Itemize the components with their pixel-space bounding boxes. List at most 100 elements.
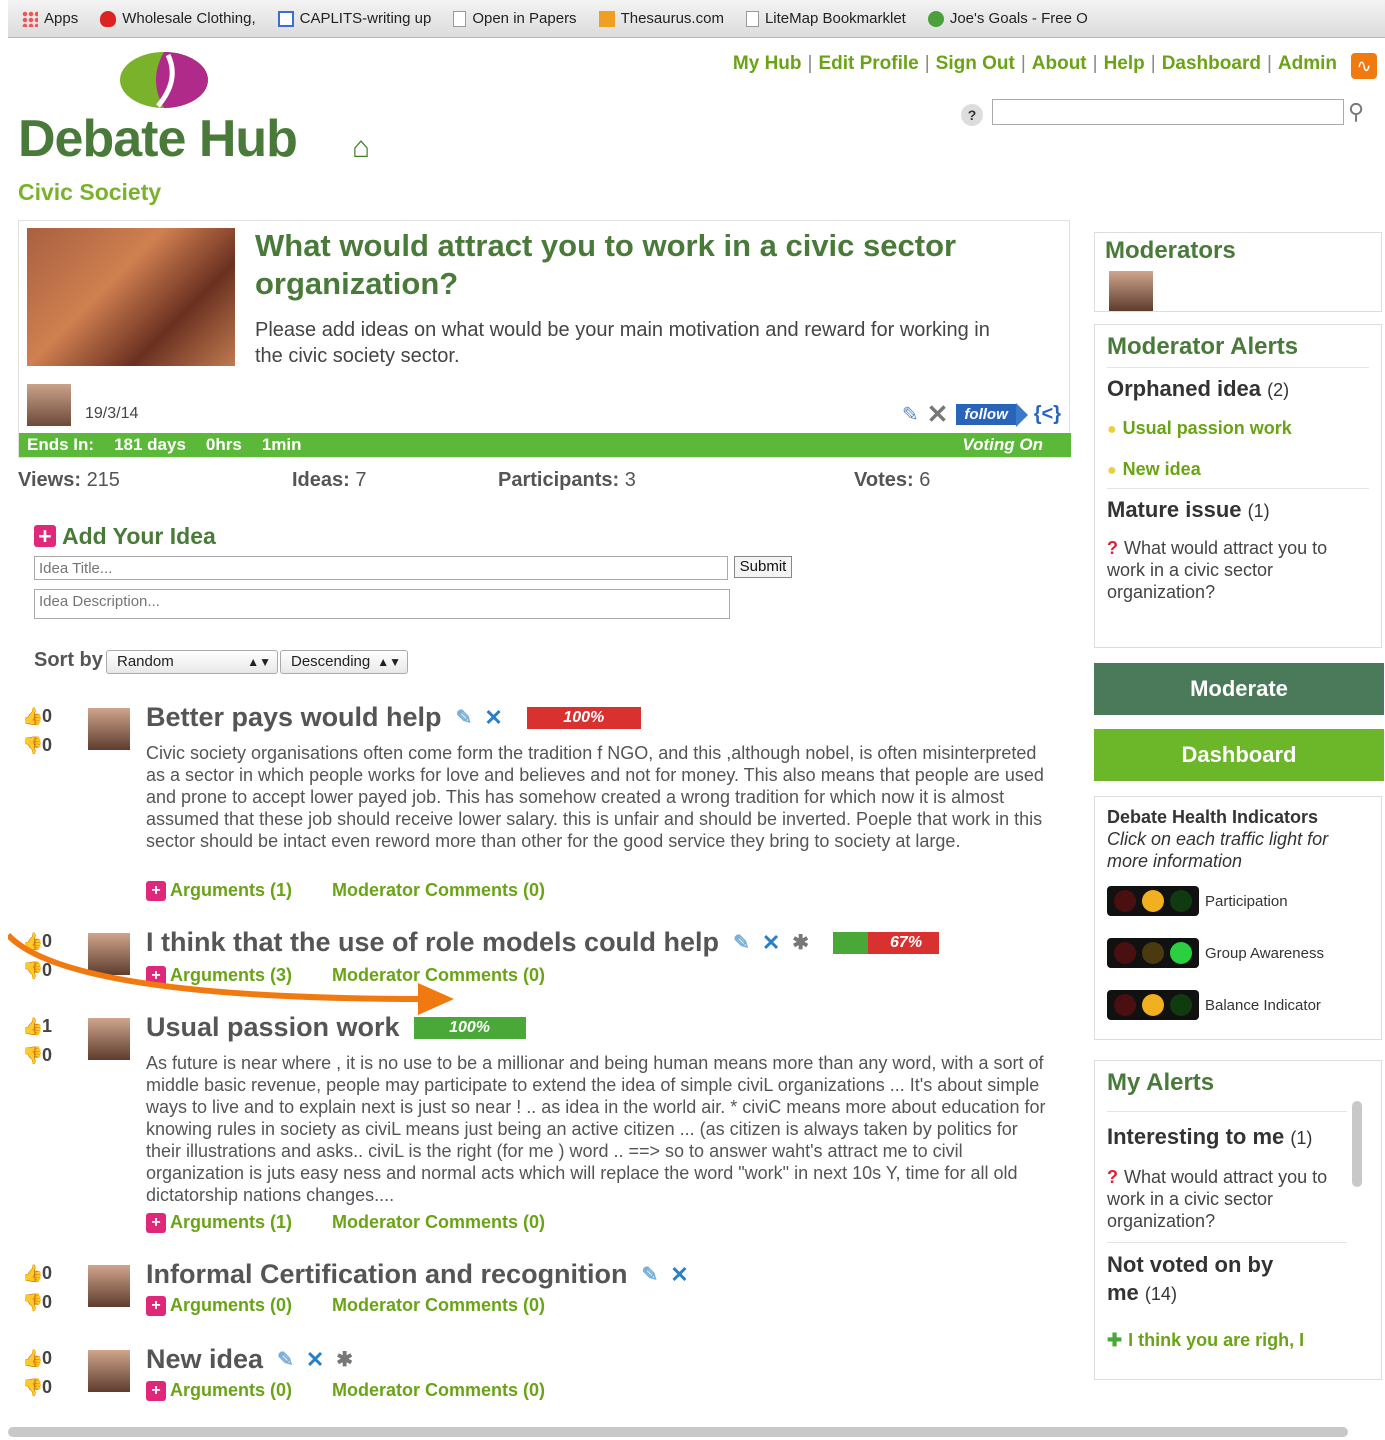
orphaned-idea-category[interactable]: Orphaned idea (2) [1107, 376, 1369, 402]
mature-issue-category[interactable]: Mature issue (1) [1107, 497, 1369, 523]
moderator-comments-link[interactable]: Moderator Comments (0) [332, 880, 545, 901]
avatar[interactable] [88, 1350, 130, 1392]
group-name[interactable]: Civic Society [18, 179, 161, 206]
nav-sign-out[interactable]: Sign Out [936, 53, 1015, 74]
moderate-button[interactable]: Moderate [1094, 663, 1384, 715]
plus-icon[interactable]: + [146, 1380, 166, 1401]
moderator-comments-link[interactable]: Moderator Comments (0) [332, 1380, 545, 1401]
nav-dashboard[interactable]: Dashboard [1162, 53, 1261, 74]
vote-down[interactable]: 👎0 [22, 1288, 52, 1317]
avatar[interactable] [27, 384, 71, 426]
help-icon[interactable]: ? [961, 104, 983, 126]
edit-pencil-icon[interactable]: ✎ [733, 930, 750, 955]
vote-percent-bar: 67% [833, 931, 940, 954]
nav-my-hub[interactable]: My Hub [733, 53, 802, 74]
bookmark-wholesale[interactable]: Wholesale Clothing, [100, 10, 256, 27]
idea-description-input[interactable] [34, 589, 730, 619]
submit-button[interactable]: Submit [734, 556, 792, 578]
dashboard-button[interactable]: Dashboard [1094, 729, 1384, 781]
sort-field-select[interactable]: Random ▲▼ [106, 650, 278, 674]
indicator-participation[interactable]: Participation [1107, 886, 1369, 916]
home-icon[interactable]: ⌂ [352, 131, 370, 165]
moderator-comments-link[interactable]: Moderator Comments (0) [332, 1212, 545, 1233]
nav-about[interactable]: About [1032, 53, 1087, 74]
thumbs-down-icon: 👎 [22, 736, 44, 755]
search-icon[interactable]: ⚲ [1348, 99, 1364, 125]
alert-item[interactable]: ? What would attract you to work in a civ… [1107, 1166, 1351, 1232]
sort-order-select[interactable]: Descending ▲▼ [280, 650, 408, 674]
thumbs-down-icon: 👎 [22, 1378, 44, 1397]
embed-icon[interactable]: {<} [1034, 403, 1061, 426]
indicator-group-awareness[interactable]: Group Awareness [1107, 938, 1369, 968]
idea-links: + Arguments (1) Moderator Comments (0) [146, 1212, 545, 1233]
arguments-link[interactable]: Arguments (0) [170, 1380, 292, 1401]
avatar[interactable] [88, 708, 130, 750]
star-icon[interactable]: ✱ [792, 930, 809, 955]
alert-item[interactable]: ● Usual passion work [1107, 418, 1369, 439]
arguments-link[interactable]: Arguments (1) [170, 880, 292, 901]
star-icon[interactable]: ✱ [336, 1347, 353, 1372]
add-idea-heading[interactable]: + Add Your Idea [34, 523, 216, 550]
idea-title[interactable]: Better pays would help ✎ ✕ 100% [146, 702, 641, 733]
alert-item[interactable]: ? What would attract you to work in a civ… [1107, 537, 1369, 603]
nav-edit-profile[interactable]: Edit Profile [818, 53, 918, 74]
plus-icon[interactable]: + [146, 1212, 166, 1233]
indicator-balance[interactable]: Balance Indicator [1107, 990, 1369, 1020]
vote-down[interactable]: 👎0 [22, 1041, 52, 1070]
not-voted-category[interactable]: Not voted on by me (14) [1107, 1251, 1307, 1308]
bookmark-litemap[interactable]: LiteMap Bookmarklet [745, 10, 906, 27]
vote-down[interactable]: 👎0 [22, 1373, 52, 1402]
rss-icon[interactable]: ∿ [1351, 53, 1377, 79]
plus-icon: ✚ [1107, 1330, 1123, 1350]
nav-help[interactable]: Help [1104, 53, 1145, 74]
delete-x-icon[interactable]: ✕ [927, 399, 949, 430]
delete-x-icon[interactable]: ✕ [670, 1262, 688, 1288]
arguments-link[interactable]: Arguments (1) [170, 1212, 292, 1233]
delete-x-icon[interactable]: ✕ [762, 930, 780, 956]
my-alerts-scrollbar[interactable] [1352, 1101, 1362, 1187]
edit-pencil-icon[interactable]: ✎ [902, 402, 919, 427]
health-note: Click on each traffic light for more inf… [1107, 829, 1329, 871]
plus-icon[interactable]: + [146, 880, 166, 901]
thumbs-up-icon: 👍 [22, 707, 44, 726]
idea-title[interactable]: Informal Certification and recognition ✎… [146, 1259, 689, 1290]
edit-pencil-icon[interactable]: ✎ [277, 1347, 294, 1372]
delete-x-icon[interactable]: ✕ [484, 705, 502, 731]
vote-up[interactable]: 👍0 [22, 1259, 52, 1288]
interesting-category[interactable]: Interesting to me (1) [1107, 1124, 1369, 1150]
edit-pencil-icon[interactable]: ✎ [456, 705, 473, 730]
plus-icon[interactable]: + [146, 1295, 166, 1316]
vote-up[interactable]: 👍0 [22, 1344, 52, 1373]
bookmark-thesaurus[interactable]: Thesaurus.com [598, 10, 724, 27]
logo-title[interactable]: Debate Hub [18, 109, 298, 169]
vote-counts: 👍0 👎0 [22, 1259, 52, 1317]
bookmark-apps[interactable]: Apps [22, 10, 78, 27]
days-remaining: 181 days [114, 435, 186, 454]
issue-date: 19/3/14 [85, 405, 139, 422]
vote-up[interactable]: 👍0 [22, 702, 52, 731]
logo-icon[interactable] [118, 51, 210, 109]
nav-admin[interactable]: Admin [1278, 53, 1337, 74]
health-heading: Debate Health Indicators [1107, 807, 1319, 827]
arguments-link[interactable]: Arguments (0) [170, 1295, 292, 1316]
moderator-comments-link[interactable]: Moderator Comments (0) [332, 1295, 545, 1316]
bookmark-papers[interactable]: Open in Papers [453, 10, 577, 27]
bookmark-caplits[interactable]: CAPLITS-writing up [277, 10, 431, 27]
page: My Hub | Edit Profile | Sign Out | About | Help |… [8, 39, 1385, 1440]
document-icon [453, 10, 467, 27]
avatar[interactable] [1109, 271, 1153, 311]
delete-x-icon[interactable]: ✕ [306, 1347, 324, 1373]
alert-item[interactable]: ● New idea [1107, 459, 1369, 480]
plus-icon[interactable]: + [34, 525, 56, 548]
avatar[interactable] [88, 1265, 130, 1307]
bookmark-joes-goals[interactable]: Joe's Goals - Free O [927, 10, 1088, 27]
idea-title[interactable]: New idea ✎ ✕ ✱ [146, 1344, 353, 1375]
vote-down[interactable]: 👎0 [22, 731, 52, 760]
document-icon [745, 10, 759, 27]
alert-item[interactable]: ✚ I think you are righ, I [1107, 1330, 1369, 1351]
follow-button[interactable]: follow [956, 404, 1016, 425]
horizontal-scrollbar[interactable] [8, 1427, 1348, 1437]
search-input[interactable] [992, 99, 1344, 125]
idea-title-input[interactable] [34, 556, 728, 580]
edit-pencil-icon[interactable]: ✎ [642, 1262, 659, 1287]
